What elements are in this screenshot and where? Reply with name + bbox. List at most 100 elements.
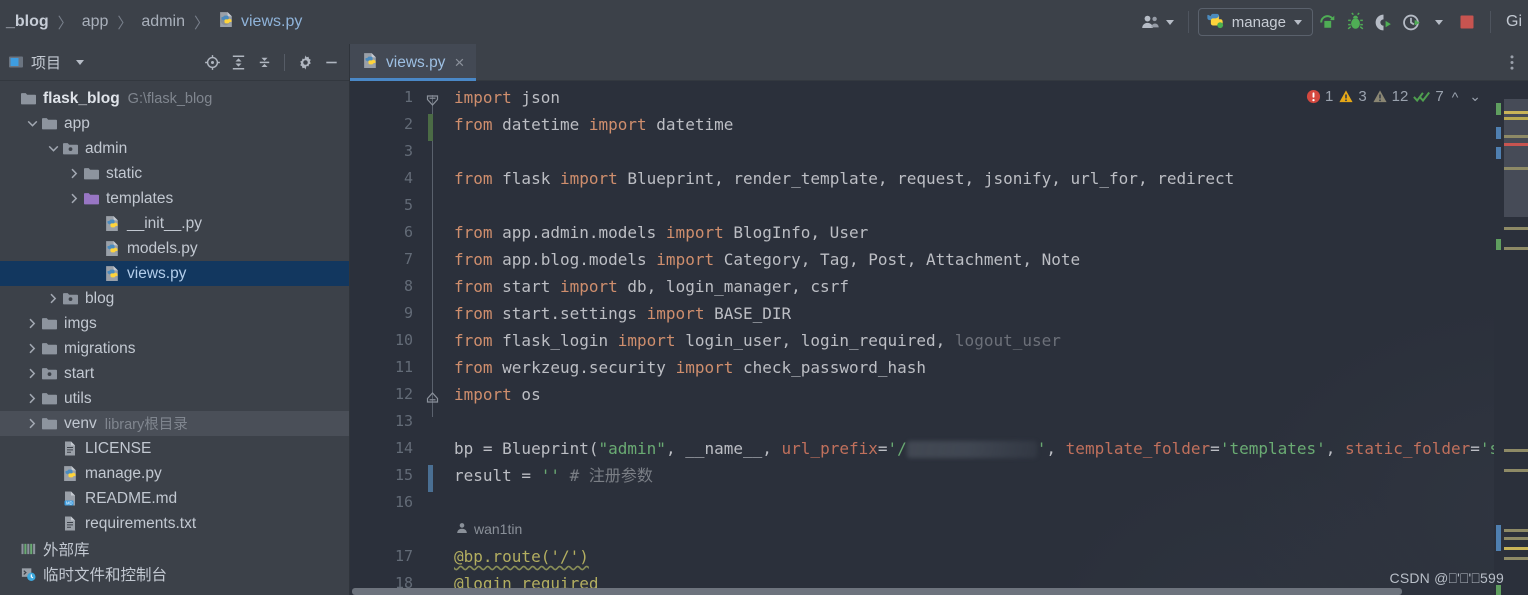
tree-node-utils[interactable]: utils — [0, 386, 349, 411]
select-opened-file-icon[interactable] — [200, 50, 224, 74]
code-line-2[interactable]: from datetime import datetime — [444, 111, 1494, 138]
tree-node-models-py[interactable]: models.py — [0, 236, 349, 261]
fold-marker-line-1[interactable] — [422, 87, 444, 114]
stripe-marker — [1504, 449, 1528, 452]
tree-node-static[interactable]: static — [0, 161, 349, 186]
tree-node-migrations[interactable]: migrations — [0, 336, 349, 361]
tree-node-license[interactable]: LICENSE — [0, 436, 349, 461]
code-editor[interactable]: 1 2 3 4 5 6 7 8 9 10 11 12 13 14 15 16 17 18 — [350, 81, 1528, 595]
fold-gutter[interactable] — [422, 81, 444, 595]
chevron-right-icon[interactable] — [46, 293, 60, 304]
package-icon — [60, 141, 80, 156]
tree-node-views-py[interactable]: views.py — [0, 261, 349, 286]
code-line-12[interactable]: import os — [444, 381, 1494, 408]
code-line-13[interactable] — [444, 408, 1494, 435]
chevron-right-icon[interactable] — [25, 343, 39, 354]
code-line-4[interactable]: from flask import Blueprint, render_temp… — [444, 165, 1494, 192]
breadcrumb-item-file[interactable]: views.py — [216, 11, 304, 33]
project-tree[interactable]: flask_blog G:\flask_blog app admin static tem… — [0, 81, 349, 595]
code-line-5[interactable] — [444, 192, 1494, 219]
code-line-14[interactable]: bp = Blueprint("admin", __name__, url_pr… — [444, 435, 1494, 462]
stop-button[interactable] — [1453, 8, 1481, 36]
fold-marker-line-12[interactable] — [422, 384, 444, 411]
code-line-3[interactable] — [444, 138, 1494, 165]
chevron-down-icon[interactable]: ⌄ — [1466, 88, 1484, 105]
breadcrumb-item-app[interactable]: app — [80, 13, 111, 31]
code-text[interactable]: import json from datetime import datetime… — [444, 81, 1494, 595]
run-with-coverage-button[interactable] — [1369, 8, 1397, 36]
profile-dropdown[interactable] — [1425, 8, 1453, 36]
debug-button[interactable] — [1341, 8, 1369, 36]
code-line-16[interactable] — [444, 489, 1494, 516]
error-stripe-minimap[interactable] — [1494, 81, 1528, 595]
chevron-right-icon[interactable] — [25, 393, 39, 404]
tab-views-py[interactable]: views.py × — [350, 44, 477, 81]
warning-count[interactable]: 3 — [1338, 88, 1367, 105]
code-token: @bp.route('/') — [454, 547, 589, 566]
chevron-up-icon[interactable]: ^ — [1449, 89, 1462, 105]
chevron-right-icon[interactable] — [67, 193, 81, 204]
tabbar-empty-space — [476, 44, 1495, 81]
code-line-7[interactable]: from app.blog.models import Category, Ta… — [444, 246, 1494, 273]
code-line-10[interactable]: from flask_login import login_user, logi… — [444, 327, 1494, 354]
tree-node-templates[interactable]: templates — [0, 186, 349, 211]
inspection-widget[interactable]: 1 3 12 7 ^ ⌄ — [1306, 88, 1484, 105]
code-line-8[interactable]: from start import db, login_manager, csr… — [444, 273, 1494, 300]
code-line-17[interactable]: @bp.route('/') — [444, 543, 1494, 570]
chevron-right-icon[interactable] — [25, 318, 39, 329]
tree-node-admin[interactable]: admin — [0, 136, 349, 161]
run-button[interactable] — [1313, 8, 1341, 36]
git-menu-label[interactable]: Gi — [1500, 13, 1522, 31]
chevron-right-icon[interactable] — [25, 368, 39, 379]
tree-node-[interactable]: 临时文件和控制台 — [0, 561, 349, 586]
chevron-right-icon[interactable] — [67, 168, 81, 179]
tree-node-init-py[interactable]: __init__.py — [0, 211, 349, 236]
tree-node-venv[interactable]: venv library根目录 — [0, 411, 349, 436]
tree-node-label: imgs — [64, 314, 97, 332]
user-account-button[interactable] — [1136, 11, 1179, 33]
breadcrumb-item-admin[interactable]: admin — [139, 13, 187, 31]
code-line-15[interactable]: result = '' # 注册参数 — [444, 462, 1494, 489]
profile-button[interactable] — [1397, 8, 1425, 36]
tree-node-[interactable]: 外部库 — [0, 536, 349, 561]
expand-all-icon[interactable] — [226, 50, 250, 74]
codelens-author-annotation[interactable]: wan1tin — [444, 516, 1494, 543]
chevron-right-icon[interactable] — [25, 418, 39, 429]
project-panel-label: 项目 — [31, 54, 62, 72]
gear-icon[interactable] — [293, 50, 317, 74]
code-token: from — [454, 169, 493, 188]
collapse-all-icon[interactable] — [252, 50, 276, 74]
tree-node-blog[interactable]: blog — [0, 286, 349, 311]
horizontal-scrollbar[interactable] — [352, 588, 1402, 595]
more-vertical-icon[interactable] — [1495, 44, 1528, 81]
error-count[interactable]: 1 — [1306, 88, 1333, 105]
run-configuration-selector[interactable]: manage — [1197, 8, 1313, 36]
tree-node-readme-md[interactable]: MD README.md — [0, 486, 349, 511]
code-token: from — [454, 115, 493, 134]
tree-node-start[interactable]: start — [0, 361, 349, 386]
tree-node-flask-blog[interactable]: flask_blog G:\flask_blog — [0, 86, 349, 111]
tree-node-app[interactable]: app — [0, 111, 349, 136]
code-line-11[interactable]: from werkzeug.security import check_pass… — [444, 354, 1494, 381]
tree-node-label: utils — [64, 389, 92, 407]
hide-panel-icon[interactable] — [319, 50, 343, 74]
code-token: datetime — [492, 115, 589, 134]
close-icon[interactable]: × — [452, 54, 466, 71]
tree-node-manage-py[interactable]: manage.py — [0, 461, 349, 486]
tree-node-requirements-txt[interactable]: requirements.txt — [0, 511, 349, 536]
tree-node-label: blog — [85, 289, 115, 307]
code-token: from — [454, 331, 493, 350]
chevron-down-icon[interactable] — [25, 119, 39, 128]
tree-node-imgs[interactable]: imgs — [0, 311, 349, 336]
breadcrumb-item-project[interactable]: _blog — [4, 13, 51, 31]
code-line-6[interactable]: from app.admin.models import BlogInfo, U… — [444, 219, 1494, 246]
weak-warning-count[interactable]: 12 — [1372, 88, 1408, 105]
code-token: url_prefix — [781, 439, 878, 458]
project-panel-title[interactable]: 项目 — [8, 52, 85, 73]
code-line-9[interactable]: from start.settings import BASE_DIR — [444, 300, 1494, 327]
ok-count[interactable]: 7 — [1413, 88, 1444, 105]
python-file-icon — [102, 265, 122, 282]
code-token: import — [656, 250, 715, 269]
chevron-down-icon[interactable] — [46, 144, 60, 153]
chevron-down-icon — [1435, 19, 1443, 25]
